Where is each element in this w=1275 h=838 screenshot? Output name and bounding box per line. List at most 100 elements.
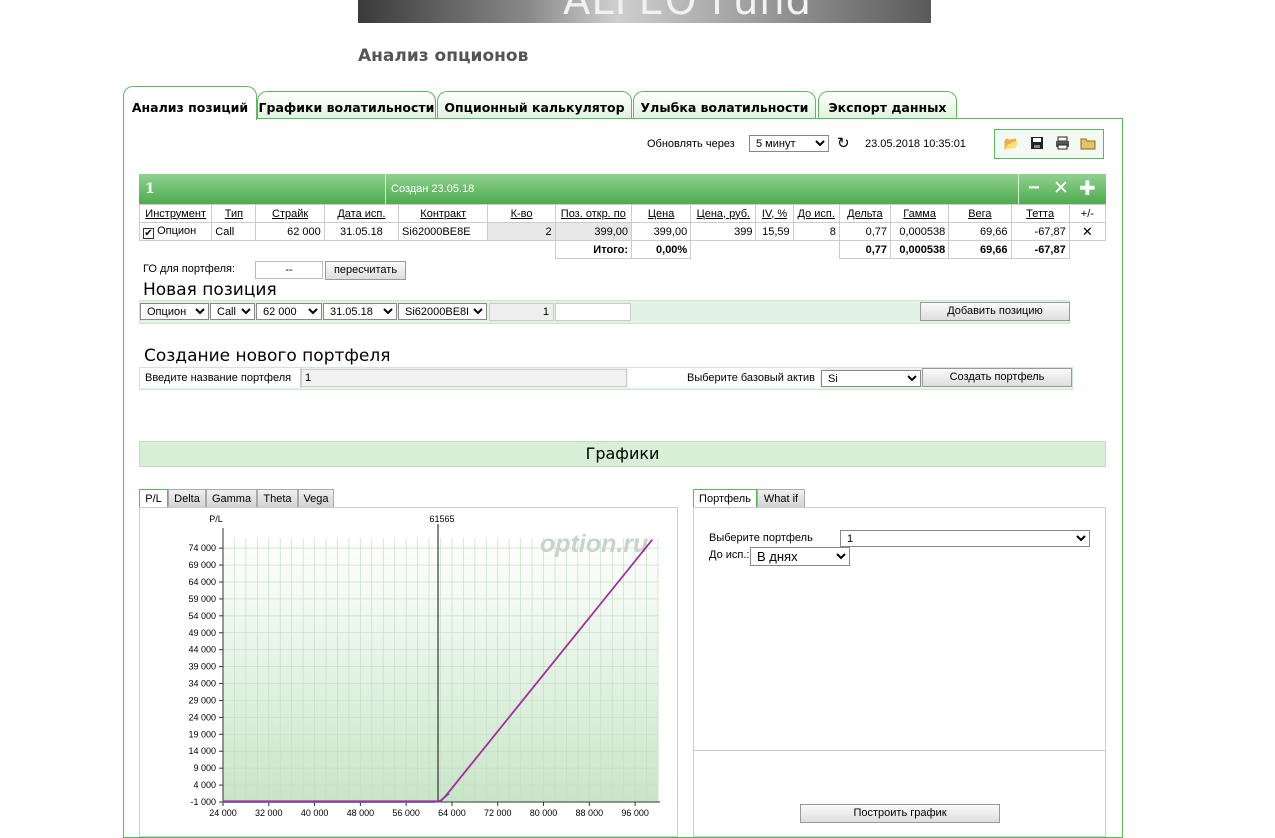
print-icon[interactable] (1053, 136, 1071, 152)
remove-row-icon[interactable]: ✕ (1068, 222, 1107, 241)
col-header[interactable]: Поз. откр. по (554, 204, 632, 223)
qty-cell[interactable]: 2 (487, 222, 556, 241)
col-header[interactable]: Контракт (398, 204, 489, 223)
base-asset-select[interactable]: Si (821, 370, 921, 387)
col-header[interactable]: Цена (630, 204, 692, 223)
add-icon[interactable]: ✚ (1079, 176, 1096, 201)
totals-row: Итого: 0,00% 0,77 0,000538 69,66 -67,87 (140, 240, 1106, 259)
portfolio-header: 1 Создан 23.05.18 − ✕ ✚ (139, 174, 1106, 204)
new-price-input[interactable] (555, 303, 631, 321)
chart-tab-vega[interactable]: Vega (298, 489, 334, 508)
portfolio-name-label: Введите название портфеля (140, 368, 301, 388)
export-folder-icon[interactable] (1079, 136, 1097, 152)
col-header[interactable]: Страйк (255, 204, 325, 223)
tab-data-export[interactable]: Экспорт данных (818, 91, 957, 119)
add-position-button[interactable]: Добавить позицию (920, 302, 1070, 321)
expiry-select[interactable]: 31.05.18 (323, 303, 397, 320)
banner-logo-text: ALFEO Fund (563, 0, 813, 23)
portfolio-name: 1 (145, 181, 155, 197)
x-tick-label: 48 000 (347, 808, 375, 818)
x-tick-label: 80 000 (530, 808, 558, 818)
vega-cell: 69,66 (948, 222, 1012, 241)
col-header[interactable]: Тетта (1010, 204, 1070, 223)
y-tick-label: 69 000 (188, 560, 216, 570)
collapse-icon[interactable]: − (1028, 177, 1040, 200)
gamma-cell: 0,000538 (890, 222, 950, 241)
totals-pct: 0,00% (630, 240, 692, 259)
create-portfolio-button[interactable]: Создать портфель (922, 368, 1072, 387)
tab-volatility-charts[interactable]: Графики волатильности (257, 91, 436, 119)
chart-portfolio-select[interactable]: 1 (840, 530, 1090, 547)
x-tick-label: 64 000 (438, 808, 466, 818)
iv-cell: 15,59 (755, 222, 794, 241)
tab-option-calculator[interactable]: Опционный калькулятор (437, 91, 632, 119)
y-tick-label: 39 000 (188, 662, 216, 672)
save-icon[interactable] (1028, 136, 1046, 152)
totals-theta: -67,87 (1010, 240, 1070, 259)
chart-tab-pl[interactable]: P/L (139, 489, 168, 508)
open-price-cell[interactable]: 399,00 (554, 222, 632, 241)
col-header[interactable]: Цена, руб. (690, 204, 757, 223)
totals-delta: 0,77 (838, 240, 892, 259)
delete-portfolio-icon[interactable]: ✕ (1053, 177, 1069, 200)
col-header[interactable]: Дата исп. (323, 204, 400, 223)
col-header[interactable]: Тип (211, 204, 257, 223)
divider (694, 750, 1105, 751)
strike-select[interactable]: 62 000 (256, 303, 322, 320)
col-header[interactable]: К-во (487, 204, 556, 223)
charts-section-header: Графики (139, 441, 1106, 467)
portfolio-created-date: Создан 23.05.18 (391, 183, 475, 195)
portfolio-name-input[interactable]: 1 (301, 369, 627, 387)
tab-what-if[interactable]: What if (757, 489, 805, 508)
tab-volatility-smile[interactable]: Улыбка волатильности (633, 91, 816, 119)
tab-position-analysis[interactable]: Анализ позиций (123, 86, 257, 120)
pl-chart-panel: option.ru 74 000 69 000 64 000 59 000 54 000… (139, 507, 678, 837)
new-portfolio-title: Создание нового портфеля (144, 346, 391, 366)
expiry-mode-select[interactable]: В днях (750, 547, 850, 566)
x-tick-label: 56 000 (392, 808, 420, 818)
y-tick-label: 24 000 (188, 712, 216, 722)
pl-chart: option.ru 74 000 69 000 64 000 59 000 54 000… (188, 514, 660, 818)
header-banner: ALFEO Fund (358, 0, 931, 23)
x-tick-label: 72 000 (484, 808, 512, 818)
y-tick-label: 59 000 (188, 594, 216, 604)
y-tick-label: 29 000 (188, 695, 216, 705)
col-header[interactable]: Гамма (890, 204, 950, 223)
base-asset-label: Выберите базовый актив (628, 368, 820, 388)
delta-cell: 0,77 (838, 222, 892, 241)
y-tick-label: -1 000 (190, 797, 216, 807)
select-portfolio-label: Выберите портфель (709, 532, 813, 544)
col-header[interactable]: Дельта (838, 204, 892, 223)
refresh-icon[interactable]: ↻ (837, 134, 850, 152)
days-cell: 8 (792, 222, 840, 241)
chart-tab-theta[interactable]: Theta (257, 489, 298, 508)
col-header[interactable]: IV, % (755, 204, 794, 223)
y-tick-label: 74 000 (188, 543, 216, 553)
x-tick-label: 24 000 (209, 808, 237, 818)
instrument-cell: ✔ Опцион (138, 222, 213, 241)
chart-tab-gamma[interactable]: Gamma (206, 489, 257, 508)
y-tick-label: 44 000 (188, 645, 216, 655)
positions-table: Инструмент Тип Страйк Дата исп. Контракт… (138, 204, 1107, 259)
type-select[interactable]: Call (210, 303, 255, 320)
strike-cell: 62 000 (255, 222, 325, 241)
new-qty-input[interactable]: 1 (489, 303, 554, 321)
tab-portfolio[interactable]: Портфель (693, 489, 757, 508)
refresh-interval-select[interactable]: 5 минут (749, 135, 829, 152)
open-folder-icon[interactable]: 📂 (1003, 136, 1021, 152)
refresh-label: Обновлять через (647, 138, 735, 150)
col-header[interactable]: Инструмент (138, 204, 213, 223)
chart-tab-delta[interactable]: Delta (168, 489, 206, 508)
x-tick-label: 40 000 (301, 808, 329, 818)
row-checkbox[interactable]: ✔ (143, 227, 154, 239)
col-header[interactable]: Вега (948, 204, 1012, 223)
price-rub-cell: 399 (690, 222, 757, 241)
instrument-select[interactable]: Опцион (140, 303, 209, 320)
watermark: option.ru (540, 530, 648, 558)
col-header[interactable]: До исп. (792, 204, 840, 223)
contract-select[interactable]: Si62000BE8E (398, 303, 487, 320)
price-cell: 399,00 (630, 222, 692, 241)
recalculate-button[interactable]: пересчитать (325, 261, 406, 280)
build-chart-button[interactable]: Построить график (800, 804, 1000, 823)
y-tick-label: 14 000 (188, 746, 216, 756)
